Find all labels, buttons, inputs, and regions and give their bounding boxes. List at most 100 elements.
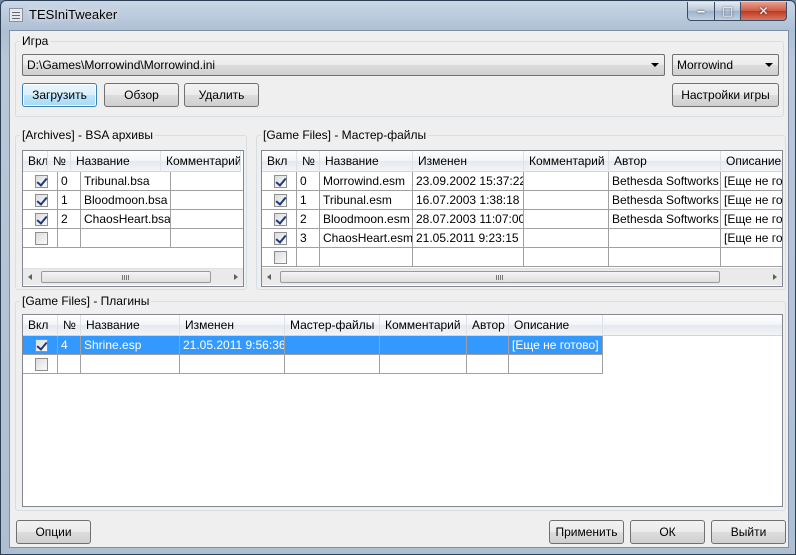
table-row[interactable]: 3 ChaosHeart.esm 21.05.2011 9:23:15 [Еще… — [262, 229, 782, 248]
enabled-cell[interactable] — [23, 191, 58, 210]
enabled-cell[interactable] — [262, 229, 297, 248]
comment-cell[interactable] — [380, 336, 467, 355]
comment-cell[interactable] — [524, 172, 609, 191]
comment-cell[interactable] — [171, 210, 243, 229]
col-description[interactable]: Описание — [721, 151, 782, 172]
minimize-button[interactable]: ‒ — [687, 2, 715, 21]
enabled-checkbox[interactable] — [35, 213, 48, 226]
table-row[interactable] — [262, 248, 782, 267]
exit-button[interactable]: Выйти — [711, 520, 786, 544]
scroll-right-icon[interactable] — [773, 274, 777, 280]
options-button[interactable]: Опции — [16, 520, 91, 544]
col-modified[interactable]: Изменен — [413, 151, 524, 172]
table-row[interactable]: 2 ChaosHeart.bsa — [23, 210, 243, 229]
enabled-cell[interactable] — [23, 336, 58, 355]
table-row[interactable]: 2 Bloodmoon.esm 28.07.2003 11:07:00 Beth… — [262, 210, 782, 229]
enabled-checkbox[interactable] — [274, 213, 287, 226]
col-author[interactable]: Автор — [467, 315, 509, 336]
comment-cell[interactable] — [524, 248, 609, 267]
description-cell: [Еще не готово] — [721, 191, 782, 210]
comment-cell[interactable] — [171, 172, 243, 191]
table-row[interactable]: 0 Morrowind.esm 23.09.2002 15:37:22 Beth… — [262, 172, 782, 191]
title-bar[interactable]: TESIniTweaker ‒ □ ✕ — [1, 1, 795, 29]
table-row[interactable]: 1 Bloodmoon.bsa — [23, 191, 243, 210]
masters-hscrollbar[interactable] — [262, 268, 782, 285]
scroll-thumb[interactable] — [41, 271, 211, 283]
table-row[interactable] — [23, 355, 603, 374]
name-cell — [81, 355, 180, 374]
scroll-thumb[interactable] — [280, 271, 720, 283]
col-number[interactable]: № — [58, 315, 81, 336]
number-cell: 1 — [58, 191, 81, 210]
table-row[interactable]: 0 Tribunal.bsa — [23, 172, 243, 191]
scroll-left-icon[interactable] — [28, 274, 32, 280]
author-cell: Bethesda Softworks — [609, 172, 721, 191]
col-enabled[interactable]: Вкл — [262, 151, 297, 172]
plugins-grid[interactable]: Вкл № Название Изменен Мастер-файлы Комм… — [22, 314, 783, 507]
load-button[interactable]: Загрузить — [22, 83, 97, 107]
enabled-cell[interactable] — [262, 210, 297, 229]
col-masters[interactable]: Мастер-файлы — [285, 315, 380, 336]
masters-grid[interactable]: Вкл № Название Изменен Комментарий Автор… — [261, 150, 783, 287]
enabled-checkbox[interactable] — [274, 175, 287, 188]
col-comment[interactable]: Комментарий — [524, 151, 609, 172]
description-cell — [721, 248, 782, 267]
ok-button[interactable]: ОК — [630, 520, 705, 544]
enabled-checkbox[interactable] — [35, 339, 48, 352]
enabled-cell[interactable] — [23, 229, 58, 248]
comment-cell[interactable] — [380, 355, 467, 374]
enabled-cell[interactable] — [262, 248, 297, 267]
col-enabled[interactable]: Вкл — [23, 151, 48, 172]
archives-rows: 0 Tribunal.bsa 1 Bloodmoon.bsa 2 ChaosHe… — [23, 172, 243, 248]
enabled-checkbox[interactable] — [35, 232, 48, 245]
comment-cell[interactable] — [524, 191, 609, 210]
enabled-cell[interactable] — [262, 172, 297, 191]
enabled-checkbox[interactable] — [35, 194, 48, 207]
browse-button[interactable]: Обзор — [104, 83, 179, 107]
enabled-checkbox[interactable] — [35, 358, 48, 371]
modified-cell: 23.09.2002 15:37:22 — [413, 172, 524, 191]
scroll-left-icon[interactable] — [267, 274, 271, 280]
col-name[interactable]: Название — [71, 151, 161, 172]
comment-cell[interactable] — [171, 191, 243, 210]
client-area: Игра D:\Games\Morrowind\Morrowind.ini Mo… — [9, 30, 789, 548]
enabled-cell[interactable] — [262, 191, 297, 210]
table-row[interactable]: 4 Shrine.esp 21.05.2011 9:56:36 [Еще не … — [23, 336, 603, 355]
col-number[interactable]: № — [48, 151, 71, 172]
ini-path-combo[interactable]: D:\Games\Morrowind\Morrowind.ini — [22, 54, 665, 76]
comment-cell[interactable] — [524, 210, 609, 229]
scroll-right-icon[interactable] — [234, 274, 238, 280]
table-row[interactable]: 1 Tribunal.esm 16.07.2003 1:38:18 Bethes… — [262, 191, 782, 210]
enabled-checkbox[interactable] — [274, 194, 287, 207]
table-row[interactable] — [23, 229, 243, 248]
masters-rows: 0 Morrowind.esm 23.09.2002 15:37:22 Beth… — [262, 172, 782, 267]
comment-cell[interactable] — [524, 229, 609, 248]
game-select-combo[interactable]: Morrowind — [672, 54, 779, 76]
maximize-button[interactable]: □ — [714, 2, 741, 21]
plugins-grid-header: Вкл № Название Изменен Мастер-файлы Комм… — [23, 315, 782, 336]
col-description[interactable]: Описание — [509, 315, 603, 336]
enabled-checkbox[interactable] — [274, 232, 287, 245]
col-author[interactable]: Автор — [609, 151, 721, 172]
col-number[interactable]: № — [297, 151, 320, 172]
col-name[interactable]: Название — [320, 151, 413, 172]
enabled-cell[interactable] — [23, 172, 58, 191]
col-comment[interactable]: Комментарий — [380, 315, 467, 336]
description-cell: [Еще не готово] — [721, 229, 782, 248]
comment-cell[interactable] — [171, 229, 243, 248]
col-name[interactable]: Название — [81, 315, 180, 336]
col-enabled[interactable]: Вкл — [23, 315, 58, 336]
enabled-cell[interactable] — [23, 210, 58, 229]
game-settings-button[interactable]: Настройки игры — [672, 83, 779, 107]
archives-hscrollbar[interactable] — [23, 268, 243, 285]
col-comment[interactable]: Комментарий — [161, 151, 241, 172]
ini-path-value: D:\Games\Morrowind\Morrowind.ini — [27, 58, 216, 72]
enabled-checkbox[interactable] — [35, 175, 48, 188]
close-button[interactable]: ✕ — [740, 2, 787, 21]
enabled-checkbox[interactable] — [274, 251, 287, 264]
col-modified[interactable]: Изменен — [180, 315, 285, 336]
delete-button[interactable]: Удалить — [184, 83, 259, 107]
apply-button[interactable]: Применить — [549, 520, 624, 544]
archives-grid[interactable]: Вкл № Название Комментарий 0 Tribunal.bs… — [22, 150, 244, 287]
enabled-cell[interactable] — [23, 355, 58, 374]
